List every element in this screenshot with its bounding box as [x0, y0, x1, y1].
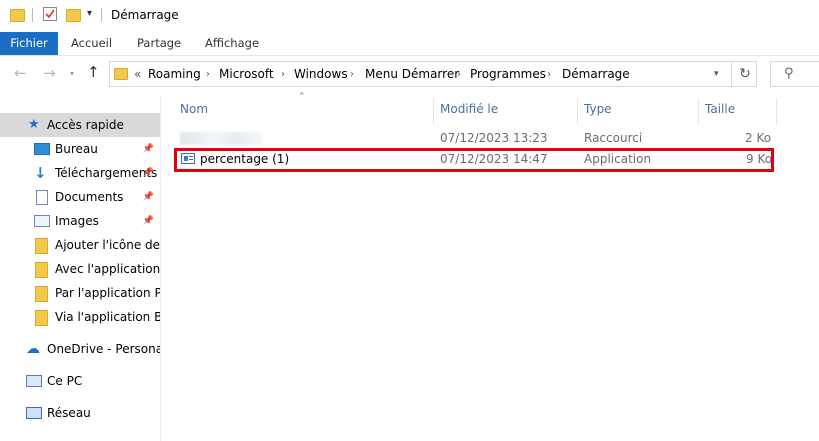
separator: [101, 8, 102, 22]
folder-icon: [35, 262, 48, 278]
sidebar-item-label: Ce PC: [47, 374, 83, 388]
file-type: Raccourci: [584, 131, 643, 145]
refresh-button[interactable]: ↻: [731, 62, 758, 86]
computer-icon: [26, 375, 42, 387]
redacted-file-name: [180, 132, 262, 145]
pin-icon: 📌: [142, 192, 154, 202]
sidebar-item-network[interactable]: Réseau: [0, 401, 160, 425]
sidebar-item-label: Avec l'application d: [55, 262, 160, 276]
sidebar-item-quick-access[interactable]: ★ Accès rapide: [0, 113, 160, 137]
table-row[interactable]: 07/12/2023 13:23 Raccourci 2 Ko: [175, 130, 775, 148]
star-icon: ★: [28, 117, 40, 132]
separator: [32, 8, 33, 22]
column-divider[interactable]: [433, 98, 434, 124]
folder-icon: [35, 238, 48, 254]
sort-ascending-icon: ⌃: [298, 92, 306, 102]
sidebar-item-label: Accès rapide: [47, 118, 124, 132]
tab-home[interactable]: Accueil: [71, 32, 112, 55]
column-header-type[interactable]: Type: [584, 102, 612, 120]
file-modified: 07/12/2023 13:23: [440, 131, 548, 145]
breadcrumb-startup[interactable]: Démarrage: [562, 67, 630, 81]
breadcrumb-windows[interactable]: Windows: [294, 67, 348, 81]
folder-icon: [114, 68, 128, 80]
documents-icon: [36, 190, 48, 205]
desktop-icon: [34, 143, 50, 155]
images-icon: [34, 215, 50, 227]
file-size: 2 Ko: [745, 131, 772, 145]
pin-icon: 📌: [142, 216, 154, 226]
pin-icon: 📌: [142, 168, 154, 178]
tab-share[interactable]: Partage: [137, 32, 181, 55]
search-input[interactable]: ⚲: [770, 61, 819, 87]
breadcrumb-start-menu[interactable]: Menu Démarrer: [365, 67, 459, 81]
cloud-icon: ☁: [26, 341, 40, 357]
up-button[interactable]: ↑: [87, 63, 100, 81]
folder-icon: [35, 286, 48, 302]
download-icon: ↓: [34, 164, 47, 182]
sidebar-item-folder[interactable]: Ajouter l'icône de la: [0, 233, 160, 257]
sidebar-item-folder[interactable]: Via l'application Bat: [0, 305, 160, 329]
search-icon: ⚲: [784, 66, 794, 81]
breadcrumb-programs[interactable]: Programmes: [470, 67, 546, 81]
properties-icon[interactable]: [43, 7, 57, 21]
column-divider[interactable]: [577, 98, 578, 124]
folder-icon: [10, 9, 25, 22]
sidebar-item-images[interactable]: Images 📌: [0, 209, 160, 233]
chevron-right-icon[interactable]: ›: [547, 69, 551, 80]
title-bar: ▾ Démarrage: [0, 0, 819, 32]
column-header-name[interactable]: Nom: [180, 102, 208, 120]
navigation-pane: ★ Accès rapide Bureau 📌 ↓ Téléchargement…: [0, 95, 161, 441]
column-header-size[interactable]: Taille: [705, 102, 735, 120]
column-divider[interactable]: [698, 98, 699, 124]
sidebar-item-documents[interactable]: Documents 📌: [0, 185, 160, 209]
customize-toolbar-icon[interactable]: ▾: [87, 8, 92, 19]
sidebar-item-this-pc[interactable]: Ce PC: [0, 369, 160, 393]
tab-file[interactable]: Fichier: [0, 32, 58, 55]
sidebar-item-label: Bureau: [55, 142, 98, 156]
address-bar[interactable]: « Roaming › Microsoft › Windows › Menu D…: [109, 61, 757, 87]
pin-icon: 📌: [142, 144, 154, 154]
chevron-right-icon[interactable]: ›: [206, 69, 210, 80]
sidebar-item-label: Par l'application Per: [55, 286, 160, 300]
breadcrumb-overflow[interactable]: «: [134, 67, 141, 81]
tab-view[interactable]: Affichage: [205, 32, 259, 55]
breadcrumb-roaming[interactable]: Roaming: [148, 67, 201, 81]
sidebar-item-onedrive[interactable]: ☁ OneDrive - Personal: [0, 337, 160, 361]
back-button[interactable]: ←: [14, 64, 27, 82]
sidebar-item-desktop[interactable]: Bureau 📌: [0, 137, 160, 161]
window-title: Démarrage: [111, 8, 179, 22]
forward-button[interactable]: →: [43, 64, 56, 82]
sidebar-item-label: Documents: [55, 190, 124, 204]
sidebar-item-label: OneDrive - Personal: [47, 342, 160, 356]
folder-icon: [35, 310, 48, 326]
sidebar-item-folder[interactable]: Avec l'application d: [0, 257, 160, 281]
sidebar-item-label: Ajouter l'icône de la: [55, 238, 160, 252]
chevron-right-icon[interactable]: ›: [350, 69, 354, 80]
sidebar-item-label: Via l'application Bat: [55, 310, 160, 324]
breadcrumb-microsoft[interactable]: Microsoft: [219, 67, 274, 81]
sidebar-item-label: Images: [55, 214, 99, 228]
ribbon: Fichier Accueil Partage Affichage: [0, 32, 819, 56]
chevron-right-icon[interactable]: ›: [281, 69, 285, 80]
sidebar-item-folder[interactable]: Par l'application Per: [0, 281, 160, 305]
sidebar-item-downloads[interactable]: ↓ Téléchargements 📌: [0, 161, 160, 185]
column-header-modified[interactable]: Modifié le: [440, 102, 498, 120]
sidebar-item-label: Réseau: [47, 406, 91, 420]
network-icon: [26, 407, 42, 419]
recent-locations-button[interactable]: ▾: [70, 69, 74, 78]
column-divider[interactable]: [776, 98, 777, 124]
chevron-right-icon[interactable]: ›: [457, 69, 461, 80]
highlight-box: [174, 148, 774, 172]
new-folder-icon[interactable]: [66, 9, 81, 22]
address-history-icon[interactable]: ▾: [714, 69, 719, 79]
